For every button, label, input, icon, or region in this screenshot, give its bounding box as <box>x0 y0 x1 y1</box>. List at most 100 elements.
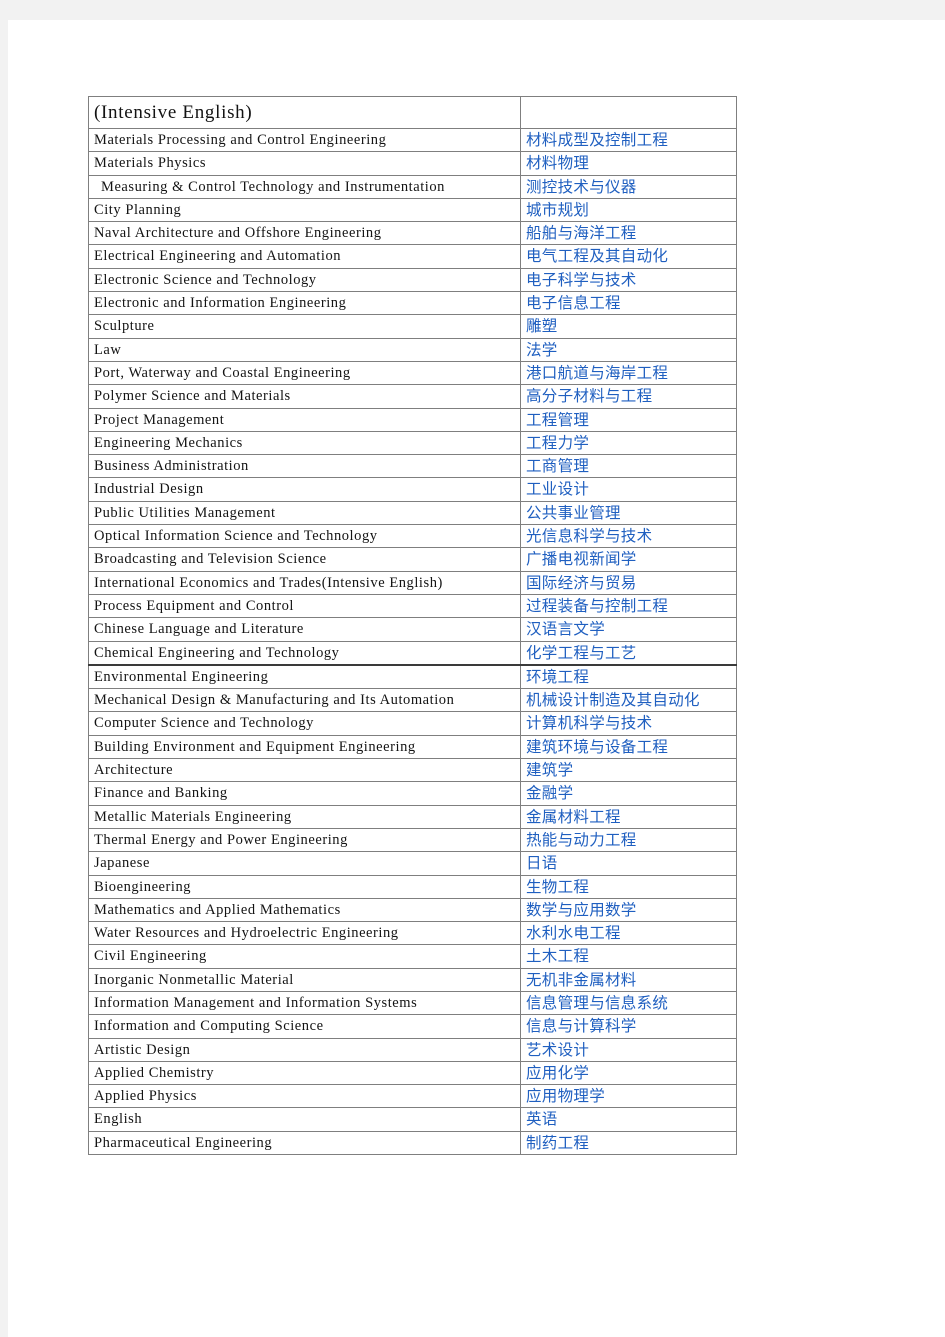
major-name-english: Architecture <box>88 758 521 783</box>
major-name-chinese: 电子信息工程 <box>520 291 737 316</box>
major-name-english: City Planning <box>88 197 521 223</box>
table-row: Materials Physics 材料物理 <box>88 151 737 176</box>
major-name-english: Mechanical Design & Manufacturing and It… <box>88 688 521 713</box>
major-name-english: Broadcasting and Television Science <box>88 547 521 572</box>
major-name-chinese: 信息管理与信息系统 <box>520 990 737 1016</box>
major-name-english: Metallic Materials Engineering <box>88 804 521 829</box>
major-name-chinese: 环境工程 <box>520 663 737 690</box>
major-name-english: Thermal Energy and Power Engineering <box>88 827 521 853</box>
major-name-english: Naval Architecture and Offshore Engineer… <box>88 221 521 246</box>
major-name-chinese: 建筑环境与设备工程 <box>520 734 737 760</box>
major-name-english: Inorganic Nonmetallic Material <box>88 967 521 992</box>
major-name-chinese: 测控技术与仪器 <box>520 174 737 199</box>
major-name-chinese: 船舶与海洋工程 <box>520 221 737 246</box>
table-row: City Planning 城市规划 <box>88 197 737 223</box>
major-name-english: Electrical Engineering and Automation <box>88 244 521 269</box>
major-name-chinese: 无机非金属材料 <box>520 967 737 992</box>
table-row: Chinese Language and Literature 汉语言文学 <box>88 617 737 642</box>
major-name-english: Polymer Science and Materials <box>88 384 521 409</box>
major-name-chinese: 城市规划 <box>520 197 737 223</box>
major-name-english: Civil Engineering <box>88 944 521 969</box>
table-row: Engineering Mechanics 工程力学 <box>88 430 737 456</box>
major-name-chinese: 国际经济与贸易 <box>520 570 737 595</box>
table-row: Law 法学 <box>88 337 737 362</box>
major-name-english: Computer Science and Technology <box>88 711 521 736</box>
table-row: Electrical Engineering and Automation 电气工… <box>88 244 737 269</box>
major-name-chinese: 热能与动力工程 <box>520 827 737 853</box>
table-row: Information Management and Information S… <box>88 990 737 1016</box>
table-row: Finance and Banking 金融学 <box>88 781 737 806</box>
table-row: Thermal Energy and Power Engineering 热能与动… <box>88 827 737 853</box>
table-row: Broadcasting and Television Science 广播电视新… <box>88 547 737 572</box>
major-name-english: Port, Waterway and Coastal Engineering <box>88 360 521 386</box>
major-name-english: Information Management and Information S… <box>88 990 521 1016</box>
major-name-chinese: 雕塑 <box>520 314 737 339</box>
table-row: Civil Engineering 土木工程 <box>88 944 737 969</box>
table-row: Artistic Design 艺术设计 <box>88 1037 737 1062</box>
major-name-chinese: 金融学 <box>520 781 737 806</box>
table-row: Applied Chemistry 应用化学 <box>88 1060 737 1086</box>
table-row: Building Environment and Equipment Engin… <box>88 734 737 760</box>
major-name-chinese: 工程力学 <box>520 430 737 456</box>
major-name-english: Measuring & Control Technology and Instr… <box>88 174 521 199</box>
major-name-chinese: 材料成型及控制工程 <box>520 127 737 153</box>
major-name-chinese: 电气工程及其自动化 <box>520 244 737 269</box>
major-name-english: (Intensive English) <box>88 96 521 129</box>
table-row: Applied Physics 应用物理学 <box>88 1084 737 1109</box>
table-row: Metallic Materials Engineering 金属材料工程 <box>88 804 737 829</box>
table-row: Mechanical Design & Manufacturing and It… <box>88 688 737 713</box>
table-row: Measuring & Control Technology and Instr… <box>88 174 737 199</box>
table-row: Inorganic Nonmetallic Material 无机非金属材料 <box>88 967 737 992</box>
major-name-chinese: 金属材料工程 <box>520 804 737 829</box>
major-name-chinese: 制药工程 <box>520 1130 737 1156</box>
table-row: Business Administration 工商管理 <box>88 454 737 479</box>
major-name-english: Business Administration <box>88 454 521 479</box>
major-name-english: Information and Computing Science <box>88 1014 521 1039</box>
major-name-english: Japanese <box>88 851 521 876</box>
table-row: Information and Computing Science 信息与计算科学 <box>88 1014 737 1039</box>
table-row: Sculpture 雕塑 <box>88 314 737 339</box>
major-name-english: Mathematics and Applied Mathematics <box>88 897 521 923</box>
major-name-english: International Economics and Trades(Inten… <box>88 570 521 595</box>
major-name-chinese: 日语 <box>520 851 737 876</box>
table-row: Mathematics and Applied Mathematics 数学与应用… <box>88 897 737 923</box>
major-name-chinese <box>520 96 737 129</box>
major-name-english: Chinese Language and Literature <box>88 617 521 642</box>
major-name-english: Electronic and Information Engineering <box>88 291 521 316</box>
major-name-chinese: 计算机科学与技术 <box>520 711 737 736</box>
major-name-english: Public Utilities Management <box>88 500 521 526</box>
table-row: Industrial Design 工业设计 <box>88 477 737 502</box>
major-name-english: Environmental Engineering <box>88 663 521 690</box>
major-name-english: Process Equipment and Control <box>88 593 521 619</box>
major-name-english: Pharmaceutical Engineering <box>88 1130 521 1156</box>
major-name-chinese: 高分子材料与工程 <box>520 384 737 409</box>
table-row: Port, Waterway and Coastal Engineering 港口… <box>88 360 737 386</box>
table-row: Architecture 建筑学 <box>88 758 737 783</box>
major-name-english: Building Environment and Equipment Engin… <box>88 734 521 760</box>
table-row: International Economics and Trades(Inten… <box>88 570 737 595</box>
major-name-chinese: 生物工程 <box>520 874 737 899</box>
major-name-english: Optical Information Science and Technolo… <box>88 524 521 549</box>
table-row: Computer Science and Technology 计算机科学与技术 <box>88 711 737 736</box>
major-name-chinese: 光信息科学与技术 <box>520 524 737 549</box>
table-row: English 英语 <box>88 1107 737 1132</box>
major-name-chinese: 电子科学与技术 <box>520 267 737 293</box>
table-row: Materials Processing and Control Enginee… <box>88 127 737 153</box>
majors-table-body: (Intensive English) Materials Processing … <box>88 96 737 1156</box>
major-name-english: Chemical Engineering and Technology <box>88 640 521 666</box>
table-row: Chemical Engineering and Technology 化学工程与… <box>88 640 737 666</box>
table-row: Naval Architecture and Offshore Engineer… <box>88 221 737 246</box>
major-name-english: Finance and Banking <box>88 781 521 806</box>
major-name-chinese: 汉语言文学 <box>520 617 737 642</box>
table-row: Public Utilities Management 公共事业管理 <box>88 500 737 526</box>
majors-table: (Intensive English) Materials Processing … <box>88 96 737 1156</box>
major-name-chinese: 法学 <box>520 337 737 362</box>
table-row: Electronic Science and Technology 电子科学与技术 <box>88 267 737 293</box>
major-name-english: Law <box>88 337 521 362</box>
majors-table-container: (Intensive English) Materials Processing … <box>88 96 737 1156</box>
table-row: Polymer Science and Materials 高分子材料与工程 <box>88 384 737 409</box>
major-name-chinese: 艺术设计 <box>520 1037 737 1062</box>
major-name-english: Water Resources and Hydroelectric Engine… <box>88 921 521 946</box>
major-name-chinese: 数学与应用数学 <box>520 897 737 923</box>
table-row: Pharmaceutical Engineering 制药工程 <box>88 1130 737 1156</box>
